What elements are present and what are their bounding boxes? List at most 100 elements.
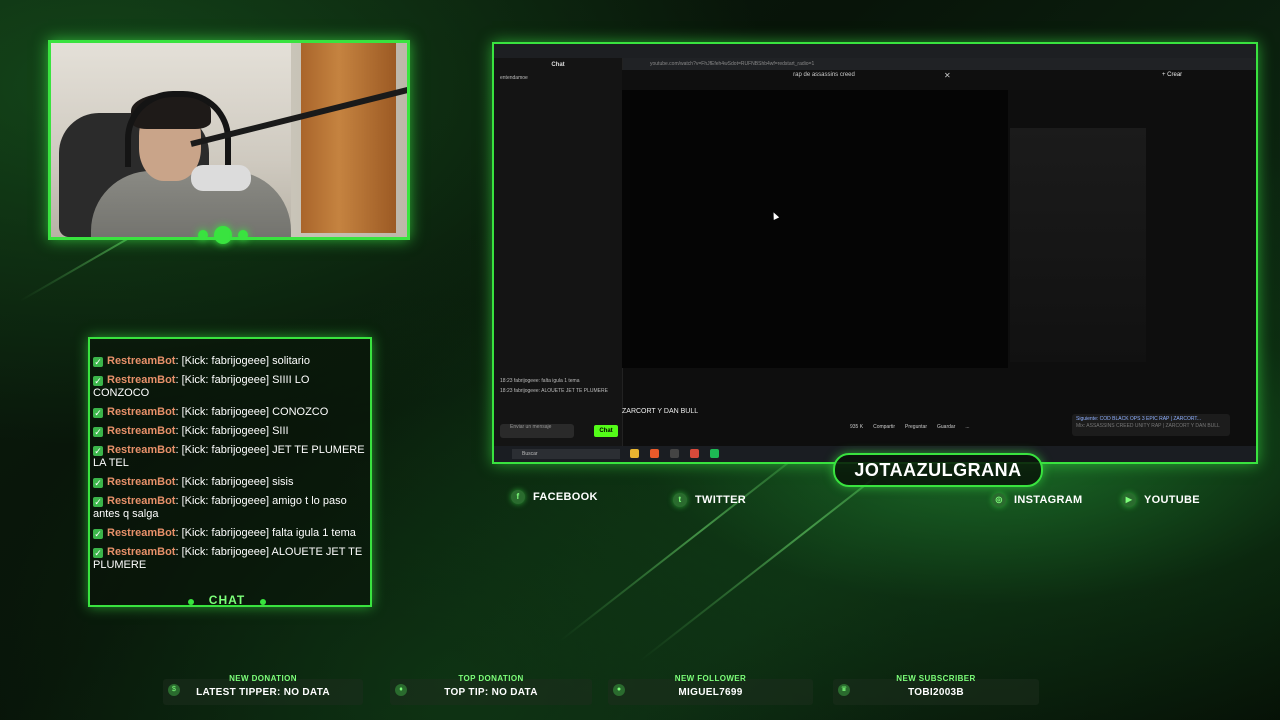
create-button[interactable]: + Crear: [1162, 72, 1182, 78]
indicator-dot: [198, 230, 208, 240]
chat-message: ✓ RestreamBot: [Kick: fabrijogeee] sisis: [93, 476, 365, 489]
check-icon: ✓: [93, 446, 103, 456]
chat-username: RestreamBot: [107, 546, 176, 558]
kick-chat-message: 18:23 fabrijogeee: ALOUETE JET TE PLUMER…: [500, 388, 608, 394]
webcam-feed: [48, 40, 410, 240]
chat-message: ✓ RestreamBot: [Kick: fabrijogeee] SIIII …: [93, 374, 365, 400]
close-icon[interactable]: ✕: [944, 71, 951, 80]
stat-label: NEW FOLLOWER: [674, 674, 747, 683]
stat-value: MIGUEL7699: [678, 687, 743, 698]
chat-message: ✓ RestreamBot: [Kick: fabrijogeee] ALOUET…: [93, 546, 365, 572]
kick-chat-title: Chat: [551, 62, 565, 68]
youtube-search-input[interactable]: rap de assassins creed: [744, 72, 904, 78]
chat-username: RestreamBot: [107, 527, 176, 539]
youtube-header: rap de assassins creed ✕ + Crear: [622, 70, 1256, 90]
indicator-dot: [238, 230, 248, 240]
headset-icon: [125, 91, 231, 167]
chat-label-text: CHAT: [208, 593, 246, 607]
social-label: INSTAGRAM: [1014, 494, 1083, 506]
stat-value: TOP TIP: NO DATA: [444, 687, 538, 698]
stat-label: TOP DONATION: [458, 674, 524, 683]
chat-username: RestreamBot: [107, 355, 176, 367]
check-icon: ✓: [93, 427, 103, 437]
chat-username: RestreamBot: [107, 476, 176, 488]
check-icon: ✓: [93, 408, 103, 418]
check-icon: ✓: [93, 497, 103, 507]
webcam-door: [301, 43, 396, 233]
video-title: ZARCORT Y DAN BULL: [622, 408, 699, 415]
file-explorer-icon[interactable]: [630, 449, 639, 458]
next-up-title: Siguiente: COD BLACK OPS 3 EPIC RAP | ZA…: [1076, 416, 1202, 422]
stat-label: NEW DONATION: [229, 674, 297, 683]
check-icon: ✓: [93, 357, 103, 367]
social-instagram: ◎ INSTAGRAM: [992, 493, 1083, 507]
video-actions: 935 K Compartir Preguntar Guardar ...: [850, 424, 970, 430]
chrome-icon[interactable]: [690, 449, 699, 458]
chat-label: CHAT: [188, 593, 266, 613]
chat-username: RestreamBot: [107, 374, 176, 386]
webcam-indicator: [198, 226, 248, 244]
share-button[interactable]: Compartir: [873, 424, 895, 430]
check-icon: ✓: [93, 529, 103, 539]
browser-tab-bar[interactable]: [494, 44, 1256, 58]
chat-text: [Kick: fabrijogeee] SIII: [181, 425, 289, 437]
microphone-icon: [191, 165, 251, 191]
check-icon: ✓: [93, 548, 103, 558]
kick-chat-message: 18:23 fabrijogeee: falta igula 1 tema: [500, 378, 580, 384]
check-icon: ✓: [93, 478, 103, 488]
spotify-icon[interactable]: [710, 449, 719, 458]
chat-panel: ✓ RestreamBot: [Kick: fabrijogeee] solita…: [88, 337, 372, 607]
kick-chat-send-button[interactable]: Chat: [594, 425, 618, 437]
chat-text: [Kick: fabrijogeee] falta igula 1 tema: [181, 527, 356, 539]
chat-message: ✓ RestreamBot: [Kick: fabrijogeee] falta …: [93, 527, 365, 540]
ask-button[interactable]: Preguntar: [905, 424, 927, 430]
social-facebook: f FACEBOOK: [511, 490, 598, 504]
indicator-dot: [214, 226, 232, 244]
stat-new-donation: $ NEW DONATION LATEST TIPPER: NO DATA: [163, 674, 363, 705]
stat-new-subscriber: ♛ NEW SUBSCRIBER TOBI2003B: [833, 674, 1039, 705]
instagram-icon: ◎: [992, 493, 1006, 507]
taskbar-search[interactable]: Buscar: [512, 449, 620, 459]
kick-chat-first-user: entendamoe: [500, 75, 528, 81]
facebook-icon: f: [511, 490, 525, 504]
chat-username: RestreamBot: [107, 495, 176, 507]
kick-chat-pane: Chat entendamoe 18:23 fabrijogeee: falta…: [494, 58, 623, 448]
social-label: YOUTUBE: [1144, 494, 1200, 506]
chat-username: RestreamBot: [107, 406, 176, 418]
more-button[interactable]: ...: [965, 424, 969, 430]
chat-message: ✓ RestreamBot: [Kick: fabrijogeee] amigo …: [93, 495, 365, 521]
stat-value: LATEST TIPPER: NO DATA: [196, 687, 330, 698]
stat-top-donation: ♦ TOP DONATION TOP TIP: NO DATA: [390, 674, 592, 705]
chat-message: ✓ RestreamBot: [Kick: fabrijogeee] CONOZC…: [93, 406, 365, 419]
social-youtube: ▶ YOUTUBE: [1122, 493, 1200, 507]
chat-message: ✓ RestreamBot: [Kick: fabrijogeee] solita…: [93, 355, 365, 368]
save-button[interactable]: Guardar: [937, 424, 955, 430]
chat-text: [Kick: fabrijogeee] CONOZCO: [181, 406, 329, 418]
chat-label-dot: [260, 599, 266, 605]
chat-text: [Kick: fabrijogeee] solitario: [181, 355, 310, 367]
channel-name: JOTAAZULGRANA: [833, 453, 1043, 487]
like-button[interactable]: 935 K: [850, 424, 863, 430]
social-label: TWITTER: [695, 494, 746, 506]
screen-share: youtube.com/watch?v=FhJfEfeh4wSdot=RUFNB…: [492, 42, 1258, 464]
next-up-card[interactable]: Siguiente: COD BLACK OPS 3 EPIC RAP | ZA…: [1072, 414, 1230, 436]
chat-message-list: ✓ RestreamBot: [Kick: fabrijogeee] solita…: [93, 355, 365, 578]
kick-chat-input[interactable]: Enviar un mensaje: [500, 424, 574, 438]
brave-icon[interactable]: [650, 449, 659, 458]
twitter-icon: t: [673, 493, 687, 507]
check-icon: ✓: [93, 376, 103, 386]
youtube-video-player[interactable]: [622, 90, 1008, 368]
social-label: FACEBOOK: [533, 491, 598, 503]
browser-url-bar[interactable]: youtube.com/watch?v=FhJfEfeh4wSdot=RUFNB…: [622, 58, 1256, 70]
youtube-icon: ▶: [1122, 493, 1136, 507]
next-up-sub: Mix: ASSASSINS CREED UNITY RAP | ZARCORT…: [1076, 423, 1220, 429]
chat-username: RestreamBot: [107, 425, 176, 437]
side-video-thumbnail[interactable]: [1010, 128, 1146, 362]
chat-username: RestreamBot: [107, 444, 176, 456]
obs-icon[interactable]: [670, 449, 679, 458]
stat-new-follower: ● NEW FOLLOWER MIGUEL7699: [608, 674, 813, 705]
chat-label-dot: [188, 599, 194, 605]
social-twitter: t TWITTER: [673, 493, 746, 507]
stat-value: TOBI2003B: [908, 687, 964, 698]
chat-text: [Kick: fabrijogeee] sisis: [181, 476, 294, 488]
